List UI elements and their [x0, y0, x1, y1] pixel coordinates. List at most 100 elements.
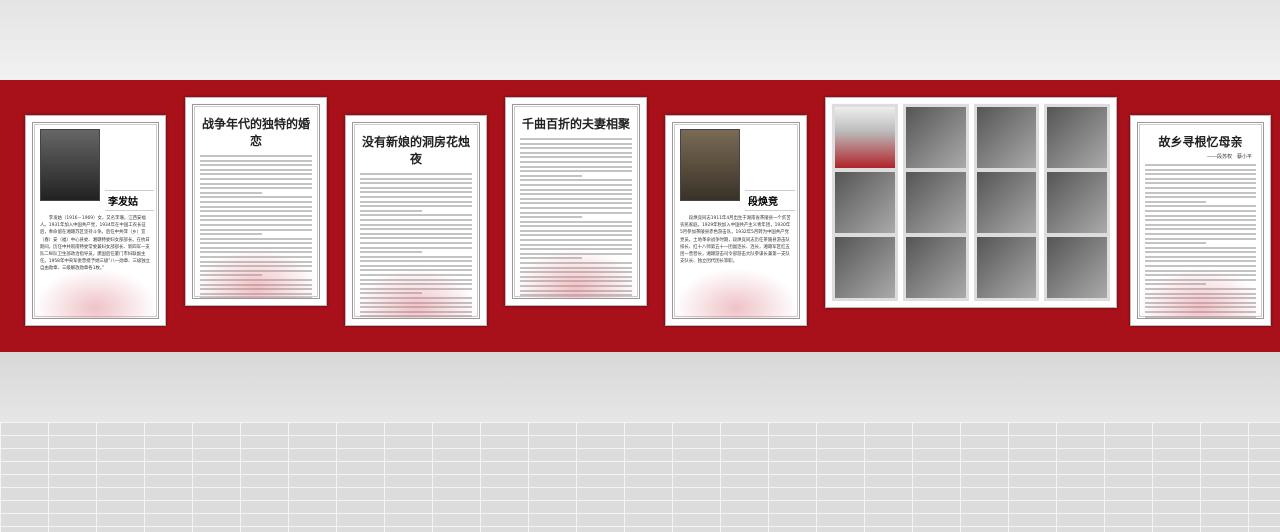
- text-line: [200, 223, 312, 226]
- text-line: [1145, 288, 1256, 291]
- text-line: [360, 292, 422, 295]
- text-line: [520, 289, 632, 292]
- text-line: [360, 246, 472, 249]
- text-line: [200, 205, 312, 208]
- brick-wall: [0, 422, 1280, 532]
- text-line: [520, 229, 632, 232]
- text-line: [520, 197, 632, 200]
- text-line: [360, 186, 472, 189]
- panel-subtitle: ——段苏权 蔡小平: [1206, 154, 1252, 160]
- panel-title: 故乡寻根忆母亲: [1158, 135, 1243, 149]
- text-line: [520, 170, 632, 173]
- text-line: [360, 251, 422, 254]
- text-line: [520, 183, 632, 186]
- text-line: [1145, 164, 1256, 166]
- text-line: [200, 233, 262, 236]
- text-line: [360, 177, 472, 180]
- text-line: [1145, 237, 1256, 240]
- text-line: [360, 306, 472, 309]
- text-line: [520, 248, 632, 251]
- text-line: [1145, 297, 1256, 300]
- text-line: [200, 269, 312, 272]
- text-line: [360, 283, 472, 286]
- text-line: [1145, 301, 1256, 304]
- text-line: [520, 174, 582, 177]
- article-text: [200, 155, 312, 298]
- text-line: [1145, 315, 1256, 318]
- text-line: [520, 234, 632, 237]
- text-line: [360, 182, 472, 185]
- text-line: [520, 285, 632, 287]
- text-line: [360, 223, 472, 226]
- text-line: [520, 243, 632, 246]
- text-line: [1145, 177, 1256, 180]
- text-line: [200, 274, 262, 277]
- panel-hometown-mother: 故乡寻根忆母亲 ——段苏权 蔡小平: [1130, 115, 1271, 326]
- text-line: [200, 256, 312, 259]
- text-line: [360, 255, 472, 258]
- text-line: [520, 138, 632, 140]
- text-line: [520, 193, 632, 196]
- text-line: [200, 283, 312, 286]
- panel-duan-huanjing: 段焕竞 段焕竞同志1911年4月出生于湖南省茶陵县一个贫苦农民家庭。1929年秋…: [665, 115, 807, 326]
- text-line: [520, 257, 582, 260]
- text-line: [360, 228, 472, 231]
- text-line: [360, 218, 472, 221]
- text-line: [520, 160, 632, 163]
- text-line: [360, 287, 472, 290]
- text-line: [1145, 191, 1256, 194]
- text-line: [520, 266, 632, 269]
- text-line: [360, 297, 472, 300]
- text-line: [1145, 182, 1256, 185]
- biography-text: 李发姑（1916－1969）女，又名李珊，江西安福人。1931年加入中国共产党，…: [40, 216, 151, 272]
- text-line: [200, 200, 312, 203]
- text-line: [200, 164, 312, 167]
- text-line: [1145, 283, 1207, 286]
- text-line: [1145, 255, 1256, 258]
- text-line: [1145, 306, 1256, 309]
- text-line: [200, 242, 312, 245]
- text-line: [200, 297, 312, 298]
- text-line: [1145, 196, 1256, 199]
- biography-text: 段焕竞同志1911年4月出生于湖南省茶陵县一个贫苦农民家庭。1929年秋加入中国…: [680, 216, 791, 265]
- text-line: [200, 187, 312, 190]
- text-line: [360, 173, 472, 175]
- text-line: [520, 239, 632, 242]
- lower-wall: [0, 352, 1280, 422]
- portrait-photo: [40, 129, 100, 201]
- text-line: [520, 262, 632, 265]
- text-line: [360, 205, 472, 208]
- text-line: [200, 228, 312, 231]
- text-line: [200, 182, 312, 185]
- person-name: 段焕竞: [745, 190, 795, 211]
- text-line: [200, 155, 312, 157]
- panel-wartime-marriage: 战争年代的独特的婚恋: [185, 97, 327, 306]
- upper-wall: [0, 0, 1280, 80]
- text-line: [1145, 228, 1256, 231]
- text-line: [1145, 274, 1256, 277]
- text-line: [1145, 205, 1256, 208]
- text-line: [1145, 200, 1207, 203]
- text-line: [1145, 251, 1256, 254]
- text-line: [360, 278, 472, 281]
- text-line: [520, 271, 632, 274]
- text-line: [200, 260, 312, 263]
- panel-wedding-night: 没有新娘的洞房花烛夜: [345, 115, 487, 326]
- text-line: [1145, 269, 1256, 272]
- text-line: [360, 260, 472, 263]
- text-line: [200, 265, 312, 268]
- panel-title: 战争年代的独特的婚恋: [201, 117, 310, 148]
- text-line: [1145, 265, 1256, 268]
- text-line: [200, 237, 312, 240]
- text-line: [360, 241, 472, 244]
- text-line: [1145, 232, 1256, 235]
- text-line: [520, 216, 582, 219]
- text-line: [360, 214, 472, 217]
- text-line: [360, 310, 472, 313]
- text-line: [360, 274, 472, 277]
- text-line: [1145, 292, 1256, 295]
- text-line: [360, 232, 472, 235]
- text-line: [520, 280, 632, 283]
- panel-li-fagu: 李发姑 李发姑（1916－1969）女，又名李珊，江西安福人。1931年加入中国…: [25, 115, 166, 326]
- text-line: [1145, 219, 1256, 222]
